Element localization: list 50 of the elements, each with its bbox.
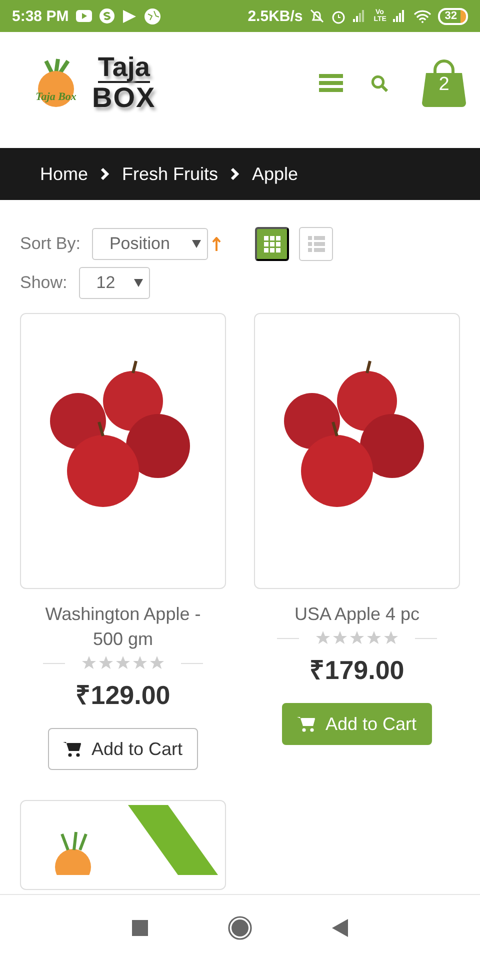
home-icon[interactable]: [228, 916, 252, 940]
cart-icon: [297, 716, 316, 732]
grid-view-button[interactable]: [255, 227, 290, 261]
recent-apps-icon[interactable]: [132, 920, 148, 936]
back-icon[interactable]: [332, 918, 348, 936]
chevron-right-icon: [230, 167, 240, 181]
logo-text: Taja: [98, 53, 150, 83]
clock-time: 5:38 PM: [12, 8, 69, 24]
star-icon: [350, 631, 364, 645]
sort-dropdown[interactable]: Position: [92, 228, 208, 260]
dropdown-caret-icon: [134, 279, 144, 287]
star-icon: [367, 631, 381, 645]
alarm-icon: [330, 8, 346, 24]
star-icon: [384, 631, 398, 645]
play-icon: [122, 8, 137, 24]
star-icon: [333, 631, 347, 645]
muted-bell-icon: [310, 9, 324, 23]
star-icon: [133, 656, 147, 670]
list-icon: [308, 236, 325, 252]
star-icon: [82, 656, 96, 670]
circle-letter-icon: [98, 8, 115, 24]
battery-level: 32: [438, 8, 468, 24]
product-name[interactable]: USA Apple 4 pc: [294, 602, 420, 627]
chevron-right-icon: [100, 167, 110, 181]
product-price: ₹179.00: [310, 654, 404, 687]
star-icon: [99, 656, 113, 670]
menu-icon[interactable]: [319, 73, 343, 93]
sort-label: Sort By:: [20, 234, 80, 254]
search-icon[interactable]: [371, 74, 388, 92]
breadcrumb-link[interactable]: Home: [40, 164, 88, 184]
star-icon: [150, 656, 164, 670]
cart-icon: [63, 741, 82, 757]
network-speed: 2.5KB/s: [248, 8, 303, 24]
signal-icon: [392, 10, 407, 22]
breadcrumb-link[interactable]: Fresh Fruits: [122, 164, 218, 184]
cart-count: 2: [438, 74, 450, 96]
video-icon: [76, 10, 92, 22]
star-icon: [316, 631, 330, 645]
show-label: Show:: [20, 273, 68, 293]
logo-text: BOX: [92, 83, 156, 113]
star-icon: [116, 656, 130, 670]
wifi-icon: [414, 10, 431, 22]
signal-icon: [352, 10, 367, 22]
page-size-dropdown[interactable]: 12: [79, 267, 150, 299]
breadcrumb-link[interactable]: Apple: [252, 164, 298, 184]
product-price: ₹129.00: [76, 679, 170, 712]
add-to-cart-button[interactable]: Add to Cart: [48, 728, 198, 770]
grid-icon: [264, 236, 281, 252]
dropdown-caret-icon: [192, 240, 202, 248]
product-name[interactable]: Washington Apple - 500 gm: [33, 602, 213, 652]
